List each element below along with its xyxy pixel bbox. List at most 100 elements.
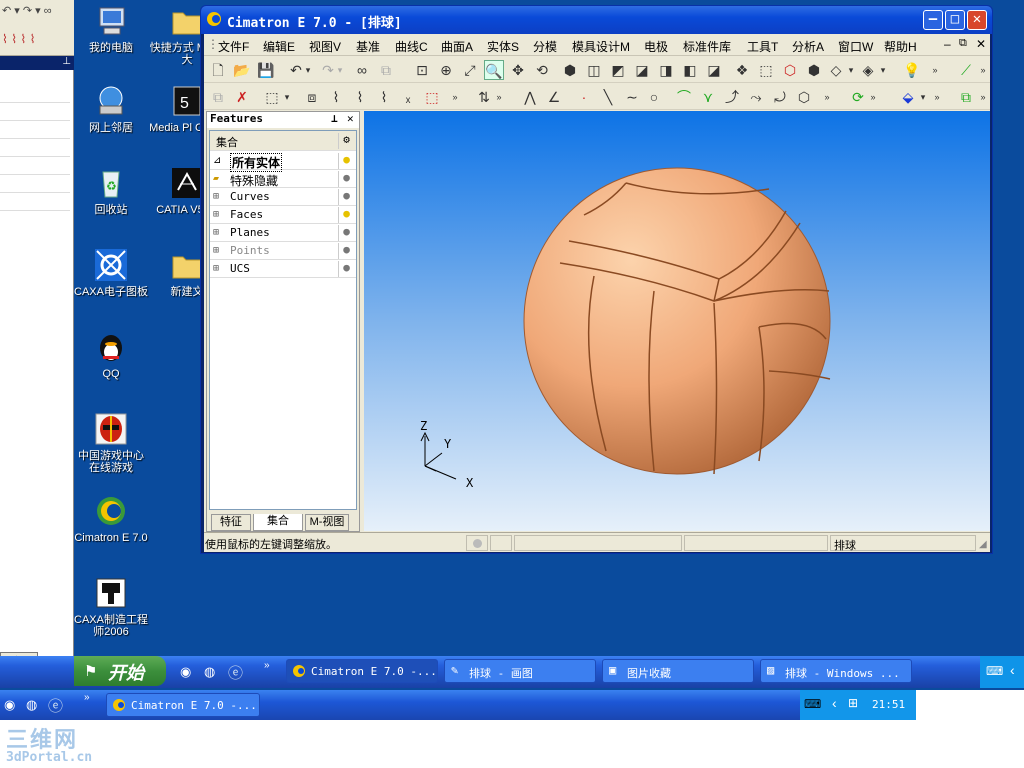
cimatron-window[interactable]: Cimatron E 7.0 - [排球] – □ ✕ ⋮ 文件F 编辑E 视图… <box>200 5 993 554</box>
pan-icon[interactable]: ✥ <box>508 60 528 80</box>
filter-solid-icon[interactable]: ⌇ <box>374 87 394 107</box>
menu-electrode[interactable]: 电极 <box>644 38 668 55</box>
fillet-icon[interactable]: ⌒ <box>674 87 694 107</box>
toolbar-overflow-icon[interactable]: » <box>930 60 940 80</box>
set-icon[interactable]: ⧈ <box>302 87 322 107</box>
bulb-off-icon[interactable]: ● <box>338 171 354 187</box>
view-right-icon[interactable]: ◨ <box>656 60 676 80</box>
menu-standard-parts[interactable]: 标准件库 <box>683 38 731 55</box>
light-icon[interactable]: 💡 <box>902 60 922 80</box>
quicklaunch-overflow-icon[interactable]: » <box>264 660 270 671</box>
sketcher-icon[interactable]: ∠ <box>544 87 564 107</box>
tree-row-ucs[interactable]: ⊞ UCS ● <box>210 260 356 278</box>
quicklaunch-media-icon[interactable]: ◉ <box>180 664 191 680</box>
keyboard-icon[interactable]: ⌨ <box>804 697 821 711</box>
zoom-window-icon[interactable]: ⊡ <box>412 60 432 80</box>
section-dropdown-icon[interactable]: ▾ <box>878 60 888 80</box>
view-left-icon[interactable]: ◪ <box>632 60 652 80</box>
menu-window[interactable]: 窗口W <box>838 38 873 55</box>
filter-face-icon[interactable]: ⌇ <box>350 87 370 107</box>
task-cimatron[interactable]: Cimatron E 7.0 -... <box>286 659 438 683</box>
menu-analysis[interactable]: 分析A <box>792 38 824 55</box>
trim-icon[interactable]: ⋎ <box>698 87 718 107</box>
resize-grip-icon[interactable]: ◢ <box>979 539 987 550</box>
zoom-icon[interactable]: 🔍 <box>484 60 504 80</box>
redo-dropdown-icon[interactable]: ▾ <box>335 60 345 80</box>
shaded-icon[interactable]: ⬡ <box>780 60 800 80</box>
background-window[interactable]: ↶ ▾ ↷ ▾ ∞ ⌇ ⌇ ⌇ ⌇ ⊥ M-视图 <box>0 0 74 668</box>
line-icon[interactable]: ╲ <box>598 87 618 107</box>
tree-row-faces[interactable]: ⊞ Faces ● <box>210 206 356 224</box>
view-iso-icon[interactable]: ⬢ <box>560 60 580 80</box>
network-icon[interactable]: ⊞ <box>848 696 858 710</box>
desktop-icon-caxa-me[interactable]: CAXA制造工程师2006 <box>73 576 149 638</box>
layers-icon[interactable]: ⧉ <box>956 87 976 107</box>
quicklaunch-media-icon[interactable]: ◉ <box>4 697 15 713</box>
bulb-off-icon[interactable]: ● <box>338 243 354 259</box>
transform-icon[interactable]: ⟳ <box>848 87 868 107</box>
menu-datum[interactable]: 基准 <box>356 38 380 55</box>
tree-row-special-hidden[interactable]: ▰ 特殊隐藏 ● <box>210 170 356 188</box>
pin-icon[interactable]: ⊥ <box>331 112 338 125</box>
line-tool-icon[interactable]: ⟋ <box>956 60 976 80</box>
snap-dropdown-icon[interactable]: » <box>494 87 504 107</box>
spline-icon[interactable]: ∼ <box>622 87 642 107</box>
sketch-icon[interactable]: ⋀ <box>520 87 540 107</box>
tab-m-view[interactable]: M-视图 <box>305 514 349 531</box>
quicklaunch-window-icon[interactable]: ◍ <box>204 664 215 680</box>
quicklaunch-overflow-icon[interactable]: » <box>84 692 90 703</box>
save-icon[interactable]: 💾 <box>256 60 276 80</box>
bulb-off-icon[interactable]: ● <box>338 189 354 205</box>
undo-dropdown-icon[interactable]: ▾ <box>303 60 313 80</box>
menu-parting[interactable]: 分模 <box>533 38 557 55</box>
menu-solid[interactable]: 实体S <box>487 38 519 55</box>
toolbar-overflow-icon[interactable]: » <box>978 87 988 107</box>
curve-tool-icon[interactable]: ⌇ ⌇ ⌇ ⌇ <box>2 32 35 46</box>
menu-edit[interactable]: 编辑E <box>263 38 295 55</box>
undo-icon[interactable]: ↶ ▾ ↷ ▾ ∞ <box>2 4 52 17</box>
glasses-icon[interactable]: ∞ <box>352 60 372 80</box>
snap-icon[interactable]: ⇅ <box>474 87 494 107</box>
select-icon[interactable]: ⬚ <box>262 87 282 107</box>
mdi-close-icon[interactable]: ✕ <box>976 37 986 51</box>
menu-file[interactable]: 文件F <box>218 38 249 55</box>
toolbar-overflow-icon[interactable]: » <box>932 87 942 107</box>
circle-icon[interactable]: ○ <box>644 87 664 107</box>
bulb-on-icon[interactable]: ● <box>338 153 354 169</box>
minimize-button[interactable]: – <box>923 10 943 30</box>
tray-expand-icon[interactable]: ‹ <box>832 695 837 711</box>
point-icon[interactable]: · <box>574 87 594 107</box>
view-front-icon[interactable]: ◫ <box>584 60 604 80</box>
tree-row-planes[interactable]: ⊞ Planes ● <box>210 224 356 242</box>
filter-point-icon[interactable]: ₓ <box>398 87 418 107</box>
menu-mold-design[interactable]: 模具设计M <box>572 38 630 55</box>
project-icon[interactable]: ⬡ <box>794 87 814 107</box>
open-file-icon[interactable]: 📂 <box>232 60 252 80</box>
desktop-icon-caxa[interactable]: CAXA电子图板 <box>73 248 149 298</box>
menu-view[interactable]: 视图V <box>309 38 341 55</box>
copy-icon[interactable]: ⧉ <box>208 87 228 107</box>
tree-row-points[interactable]: ⊞ Points ● <box>210 242 356 260</box>
color-dropdown-icon[interactable]: ▾ <box>918 87 928 107</box>
close-panel-icon[interactable]: ✕ <box>347 112 354 125</box>
toolbar-overflow-icon[interactable]: » <box>450 87 460 107</box>
tab-sets[interactable]: 集合 <box>253 514 303 531</box>
task-windows-viewer[interactable]: ▨ 排球 - Windows ... <box>760 659 912 683</box>
visibility-header-icon[interactable]: ⚙ <box>338 133 354 149</box>
hidden-line-icon[interactable]: ◇ <box>826 60 846 80</box>
rotate-icon[interactable]: ⟲ <box>532 60 552 80</box>
desktop-icon-game-center[interactable]: 中国游戏中心在线游戏 <box>73 412 149 474</box>
view-back-icon[interactable]: ◩ <box>608 60 628 80</box>
extend-icon[interactable]: ⤴ <box>722 87 742 107</box>
quicklaunch-ie-icon[interactable]: ⓔ <box>228 662 243 683</box>
menu-surface[interactable]: 曲面A <box>441 38 473 55</box>
zoom-all-icon[interactable]: ⤢ <box>460 60 480 80</box>
bulb-off-icon[interactable]: ● <box>338 225 354 241</box>
zoom-select-icon[interactable]: ⊕ <box>436 60 456 80</box>
quicklaunch-ie-icon[interactable]: ⓔ <box>48 695 63 716</box>
menu-tools[interactable]: 工具T <box>747 38 778 55</box>
task-paint[interactable]: ✎ 排球 - 画图 <box>444 659 596 683</box>
toolbar-overflow-icon[interactable]: » <box>822 87 832 107</box>
title-bar[interactable]: Cimatron E 7.0 - [排球] – □ ✕ <box>201 6 992 34</box>
desktop-icon-recycle-bin[interactable]: ♻ 回收站 <box>73 166 149 216</box>
